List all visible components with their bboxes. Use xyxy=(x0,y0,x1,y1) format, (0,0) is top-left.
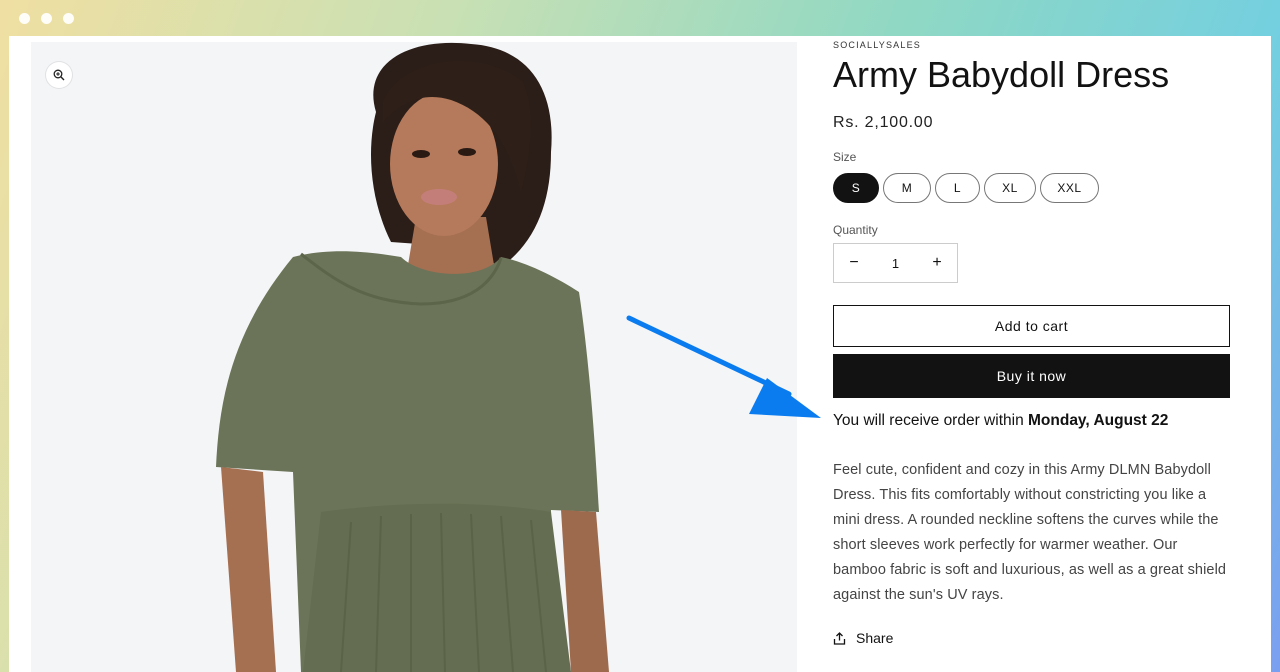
zoom-in-icon xyxy=(53,69,65,81)
delivery-prefix: You will receive order within xyxy=(833,412,1028,429)
share-label: Share xyxy=(856,630,894,646)
arrow-annotation xyxy=(626,315,821,418)
share-button[interactable]: Share xyxy=(833,630,893,646)
add-to-cart-button[interactable]: Add to cart xyxy=(833,305,1230,347)
window-dot-maximize[interactable] xyxy=(63,13,74,24)
share-icon xyxy=(833,631,846,645)
zoom-button[interactable] xyxy=(46,62,72,88)
quantity-stepper: − 1 + xyxy=(833,243,958,283)
delivery-date: Monday, August 22 xyxy=(1028,412,1169,429)
product-description: Feel cute, confident and cozy in this Ar… xyxy=(833,462,1227,603)
window-controls xyxy=(19,13,74,24)
quantity-decrease-button[interactable]: − xyxy=(834,254,874,272)
size-option-s[interactable]: S xyxy=(833,173,879,203)
quantity-label: Quantity xyxy=(833,223,878,237)
quantity-input[interactable]: 1 xyxy=(874,256,917,271)
size-option-xl[interactable]: XL xyxy=(984,173,1036,203)
window-dot-close[interactable] xyxy=(19,13,30,24)
window-dot-minimize[interactable] xyxy=(41,13,52,24)
size-selector: S M L XL XXL xyxy=(833,173,1099,203)
vendor-name: SOCIALLYSALES xyxy=(833,40,921,50)
product-price: Rs. 2,100.00 xyxy=(833,114,934,131)
size-option-m[interactable]: M xyxy=(883,173,931,203)
size-option-xxl[interactable]: XXL xyxy=(1040,173,1099,203)
delivery-estimate: You will receive order within Monday, Au… xyxy=(833,412,1168,430)
product-title: Army Babydoll Dress xyxy=(833,54,1170,95)
browser-window: SOCIALLYSALES Army Babydoll Dress Rs. 2,… xyxy=(9,36,1271,672)
quantity-increase-button[interactable]: + xyxy=(917,254,957,272)
size-option-l[interactable]: L xyxy=(935,173,980,203)
size-label: Size xyxy=(833,150,857,164)
buy-now-button[interactable]: Buy it now xyxy=(833,354,1230,398)
